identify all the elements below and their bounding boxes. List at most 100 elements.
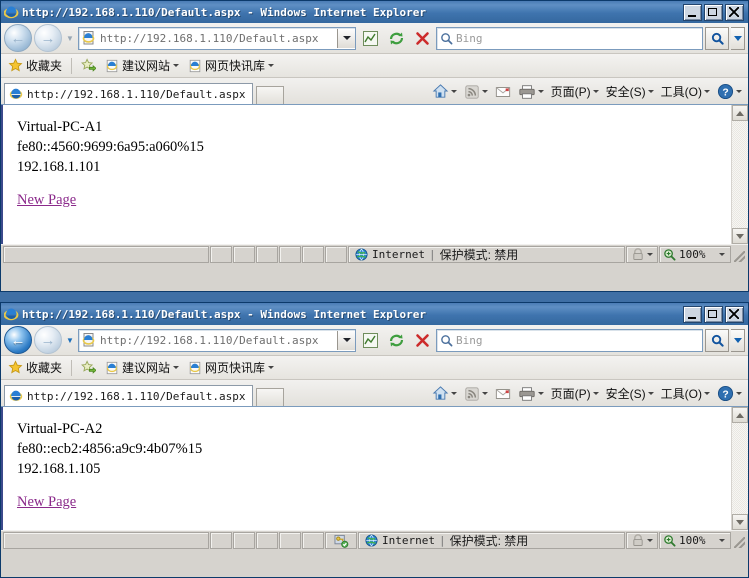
chevron-down-icon[interactable]: [647, 253, 653, 256]
chevron-down-icon[interactable]: [647, 392, 654, 395]
chevron-down-icon[interactable]: [719, 539, 725, 542]
chevron-down-icon[interactable]: [647, 90, 654, 93]
new-page-link[interactable]: New Page: [17, 494, 76, 510]
search-provider-dropdown[interactable]: [731, 26, 745, 50]
forward-button[interactable]: →: [34, 326, 62, 354]
maximize-button[interactable]: [704, 3, 723, 21]
ie-window-2: http://192.168.1.110/Default.aspx - Wind…: [0, 302, 749, 578]
scroll-down-button[interactable]: [732, 514, 748, 530]
print-button[interactable]: [515, 385, 547, 403]
help-button[interactable]: ?: [714, 384, 745, 403]
resize-grip[interactable]: [732, 246, 746, 263]
chevron-down-icon[interactable]: [592, 90, 599, 93]
suggested-sites-button[interactable]: 建议网站: [102, 358, 182, 377]
resize-grip[interactable]: [732, 532, 746, 549]
tab-default-aspx[interactable]: http://192.168.1.110/Default.aspx: [4, 83, 253, 104]
refresh-button[interactable]: [384, 26, 408, 50]
new-page-link[interactable]: New Page: [17, 192, 76, 208]
title-bar-1: http://192.168.1.110/Default.aspx - Wind…: [1, 1, 748, 23]
safety-menu-button[interactable]: 安全(S): [603, 384, 657, 403]
zoom-level-panel[interactable]: 100%: [659, 246, 731, 263]
favorites-center-button[interactable]: 收藏夹: [5, 56, 65, 75]
scroll-up-button[interactable]: [732, 407, 748, 423]
chevron-down-icon[interactable]: [173, 64, 180, 67]
vertical-scrollbar-2[interactable]: [731, 407, 748, 530]
chevron-down-icon[interactable]: [736, 90, 742, 93]
page-menu-button[interactable]: 页面(P): [548, 384, 602, 403]
chevron-down-icon[interactable]: [704, 392, 710, 395]
search-provider-dropdown[interactable]: [731, 328, 745, 352]
web-slice-gallery-button[interactable]: 网页快讯库: [185, 358, 277, 377]
close-button[interactable]: [725, 3, 744, 21]
security-zone-panel[interactable]: Internet | 保护模式: 禁用: [348, 246, 625, 263]
refresh-button[interactable]: [384, 328, 408, 352]
chevron-down-icon[interactable]: [647, 539, 653, 542]
zone-label: Internet: [372, 248, 425, 261]
back-button[interactable]: ←: [4, 326, 32, 354]
help-button[interactable]: ?: [714, 82, 745, 101]
stop-button[interactable]: [410, 328, 434, 352]
feeds-button[interactable]: [461, 385, 491, 403]
chevron-down-icon[interactable]: [481, 392, 488, 395]
minimize-button[interactable]: [683, 3, 702, 21]
minimize-button[interactable]: [683, 305, 702, 323]
address-dropdown-button[interactable]: [337, 330, 355, 350]
credentials-panel[interactable]: [325, 532, 357, 549]
new-tab-button[interactable]: [255, 388, 284, 406]
address-bar[interactable]: http://192.168.1.110/Default.aspx: [78, 26, 356, 50]
forward-button[interactable]: →: [34, 24, 62, 52]
page-menu-button[interactable]: 页面(P): [548, 82, 602, 101]
privacy-report-panel[interactable]: [626, 246, 658, 263]
address-bar[interactable]: http://192.168.1.110/Default.aspx: [78, 328, 356, 352]
chevron-down-icon[interactable]: [268, 366, 275, 369]
chevron-down-icon[interactable]: [173, 366, 180, 369]
search-go-button[interactable]: [705, 328, 729, 352]
tools-menu-button[interactable]: 工具(O): [658, 82, 713, 101]
add-to-favorites-bar-button[interactable]: [78, 57, 99, 74]
tab-default-aspx[interactable]: http://192.168.1.110/Default.aspx: [4, 385, 253, 406]
compatibility-view-button[interactable]: [358, 328, 382, 352]
zoom-level-panel[interactable]: 100%: [659, 532, 731, 549]
privacy-report-panel[interactable]: [626, 532, 658, 549]
print-icon: [519, 84, 535, 99]
search-go-button[interactable]: [705, 26, 729, 50]
chevron-down-icon[interactable]: [719, 253, 725, 256]
chevron-down-icon[interactable]: [450, 90, 457, 93]
maximize-button[interactable]: [704, 305, 723, 323]
chevron-down-icon[interactable]: [268, 64, 275, 67]
search-input[interactable]: Bing: [436, 26, 703, 50]
read-mail-button[interactable]: [492, 84, 514, 100]
chevron-down-icon[interactable]: [704, 90, 710, 93]
chevron-down-icon[interactable]: [736, 392, 742, 395]
security-zone-panel[interactable]: Internet | 保护模式: 禁用: [358, 532, 625, 549]
scroll-up-button[interactable]: [732, 105, 748, 121]
search-input[interactable]: Bing: [436, 328, 703, 352]
compatibility-view-button[interactable]: [358, 26, 382, 50]
home-button[interactable]: [429, 384, 460, 403]
vertical-scrollbar-1[interactable]: [731, 105, 748, 244]
suggested-sites-button[interactable]: 建议网站: [102, 56, 182, 75]
web-slice-gallery-button[interactable]: 网页快讯库: [185, 56, 277, 75]
chevron-down-icon[interactable]: [537, 392, 544, 395]
read-mail-button[interactable]: [492, 386, 514, 402]
tools-menu-button[interactable]: 工具(O): [658, 384, 713, 403]
chevron-down-icon[interactable]: [450, 392, 457, 395]
print-button[interactable]: [515, 83, 547, 101]
new-tab-button[interactable]: [255, 86, 284, 104]
stop-button[interactable]: [410, 26, 434, 50]
chevron-down-icon[interactable]: [537, 90, 544, 93]
address-text: http://192.168.1.110/Default.aspx: [100, 31, 319, 45]
chevron-down-icon[interactable]: [481, 90, 488, 93]
chevron-down-icon[interactable]: [592, 392, 599, 395]
add-to-favorites-bar-button[interactable]: [78, 359, 99, 376]
address-dropdown-button[interactable]: [337, 28, 355, 48]
safety-menu-button[interactable]: 安全(S): [603, 82, 657, 101]
feeds-button[interactable]: [461, 83, 491, 101]
close-button[interactable]: [725, 305, 744, 323]
back-button[interactable]: ←: [4, 24, 32, 52]
home-button[interactable]: [429, 82, 460, 101]
recent-pages-chevron-icon[interactable]: ▼: [64, 34, 76, 43]
scroll-down-button[interactable]: [732, 228, 748, 244]
recent-pages-chevron-icon[interactable]: ▼: [64, 336, 76, 345]
favorites-center-button[interactable]: 收藏夹: [5, 358, 65, 377]
